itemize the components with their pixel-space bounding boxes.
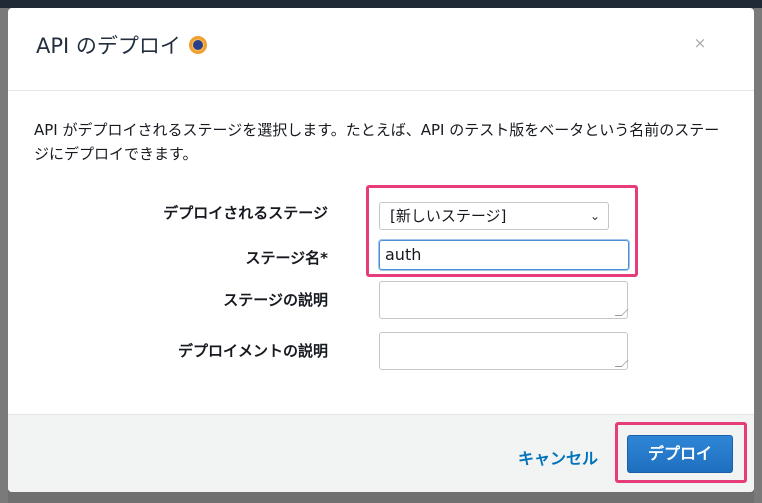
dialog-description: API がデプロイされるステージを選択します。たとえば、API のテスト版をベー… (34, 121, 720, 163)
background-left-strip (0, 8, 8, 503)
background-top-bar (0, 0, 762, 8)
stage-select-label: デプロイされるステージ (163, 204, 328, 222)
dialog-header: API のデプロイ × (8, 8, 754, 91)
highlight-frame-deploy (615, 422, 747, 483)
dialog-title: API のデプロイ (36, 30, 207, 60)
cancel-button[interactable]: キャンセル (518, 445, 598, 469)
deployment-description-label: デプロイメントの説明 (177, 342, 328, 360)
stage-description-textarea[interactable] (379, 281, 628, 319)
highlight-frame-stage (366, 185, 638, 277)
deploy-api-dialog: API のデプロイ × API がデプロイされるステージを選択します。たとえば、… (8, 8, 754, 492)
stage-name-label: ステージ名* (245, 249, 328, 267)
beta-icon (188, 36, 207, 54)
stage-description-label: ステージの説明 (223, 291, 328, 309)
background-right-strip (754, 8, 762, 503)
deployment-description-textarea[interactable] (379, 332, 628, 370)
close-button[interactable]: × (692, 35, 708, 51)
dialog-title-text: API のデプロイ (36, 34, 181, 58)
background-bottom-strip (8, 492, 754, 503)
